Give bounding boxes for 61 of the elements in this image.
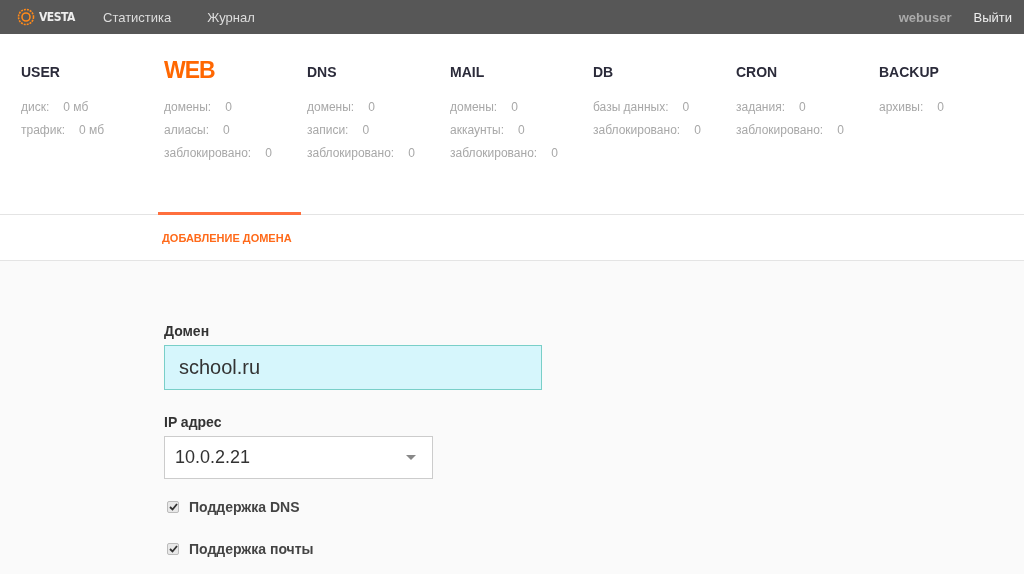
caret-icon — [406, 455, 416, 460]
stat-value: 0 — [511, 100, 518, 116]
category-tab[interactable]: DB базы данных: 0 заблокировано: 0 — [587, 34, 730, 215]
stat-label: заблокировано: — [593, 123, 681, 139]
checkbox[interactable] — [167, 500, 179, 513]
stat-label: базы данных: — [593, 100, 669, 116]
stat-label: заблокировано: — [307, 146, 395, 162]
logo-text: VESTA — [39, 10, 75, 24]
domain-field[interactable]: school.ru — [164, 345, 542, 390]
category-title: DNS — [307, 63, 338, 82]
stat-label: диск: — [21, 100, 50, 116]
checkbox-label: Поддержка почты — [189, 540, 314, 557]
stat-value: 0 — [223, 123, 230, 139]
page-title: ДОБАВЛЕНИЕ ДОМЕНА — [162, 231, 292, 244]
stat-value: 0 — [937, 100, 944, 116]
stat-label: заблокировано: — [450, 146, 538, 162]
stat-label: заблокировано: — [164, 146, 252, 162]
category-title: DB — [593, 63, 615, 82]
stat-label: трафик: — [21, 123, 65, 139]
stat-label: задания: — [736, 100, 785, 116]
stat-value: 0 — [551, 146, 558, 162]
stat-value: 0 — [694, 123, 701, 139]
category-title: MAIL — [450, 63, 486, 82]
stat-label: домены: — [164, 100, 212, 116]
stat-label: аккаунты: — [450, 123, 505, 139]
stat-value: 0 мб — [63, 100, 89, 116]
checkbox-label: Поддержка DNS — [189, 498, 300, 515]
checkbox[interactable] — [167, 542, 179, 555]
stat-value: 0 — [225, 100, 232, 116]
stat-value: 0 мб — [79, 123, 104, 139]
category-tab[interactable]: CRON задания: 0 заблокировано: 0 — [730, 34, 873, 215]
category-tab[interactable]: BACKUP архивы: 0 — [873, 34, 1016, 215]
user-name: webuser — [898, 9, 952, 25]
category-tab[interactable]: USER диск: 0 мб трафик: 0 мб — [15, 34, 158, 215]
nav-link[interactable]: Журнал — [207, 9, 255, 25]
category-title: USER — [21, 63, 61, 82]
field-label: Домен — [164, 323, 211, 339]
stat-label: домены: — [307, 100, 355, 116]
category-title: WEB — [164, 56, 216, 85]
ring-logo-icon — [17, 8, 35, 26]
stat-label: архивы: — [879, 100, 924, 116]
field-label: IP адрес — [164, 414, 223, 430]
stat-value: 0 — [408, 146, 415, 162]
stat-value: 0 — [837, 123, 844, 139]
stat-label: домены: — [450, 100, 498, 116]
stat-value: 0 — [368, 100, 375, 116]
stat-value: 0 — [682, 100, 690, 116]
stat-value: 0 — [799, 100, 806, 116]
category-title: CRON — [736, 63, 779, 82]
category-title: BACKUP — [879, 63, 940, 82]
category-tab[interactable]: MAIL домены: 0 аккаунты: 0 заблокировано: 0 — [444, 34, 587, 215]
logout-link[interactable]: Выйти — [973, 9, 1012, 25]
category-tab[interactable]: DNS домены: 0 записи: 0 заблокировано: 0 — [301, 34, 444, 215]
nav-link[interactable]: Статистика — [103, 9, 172, 25]
stat-value: 0 — [265, 146, 272, 162]
stat-label: записи: — [307, 123, 349, 139]
stat-label: заблокировано: — [736, 123, 824, 139]
stat-value: 0 — [362, 123, 370, 139]
stat-value: 0 — [518, 123, 525, 139]
ip-select[interactable]: 10.0.2.21 — [164, 436, 433, 479]
stat-label: алиасы: — [164, 123, 209, 139]
